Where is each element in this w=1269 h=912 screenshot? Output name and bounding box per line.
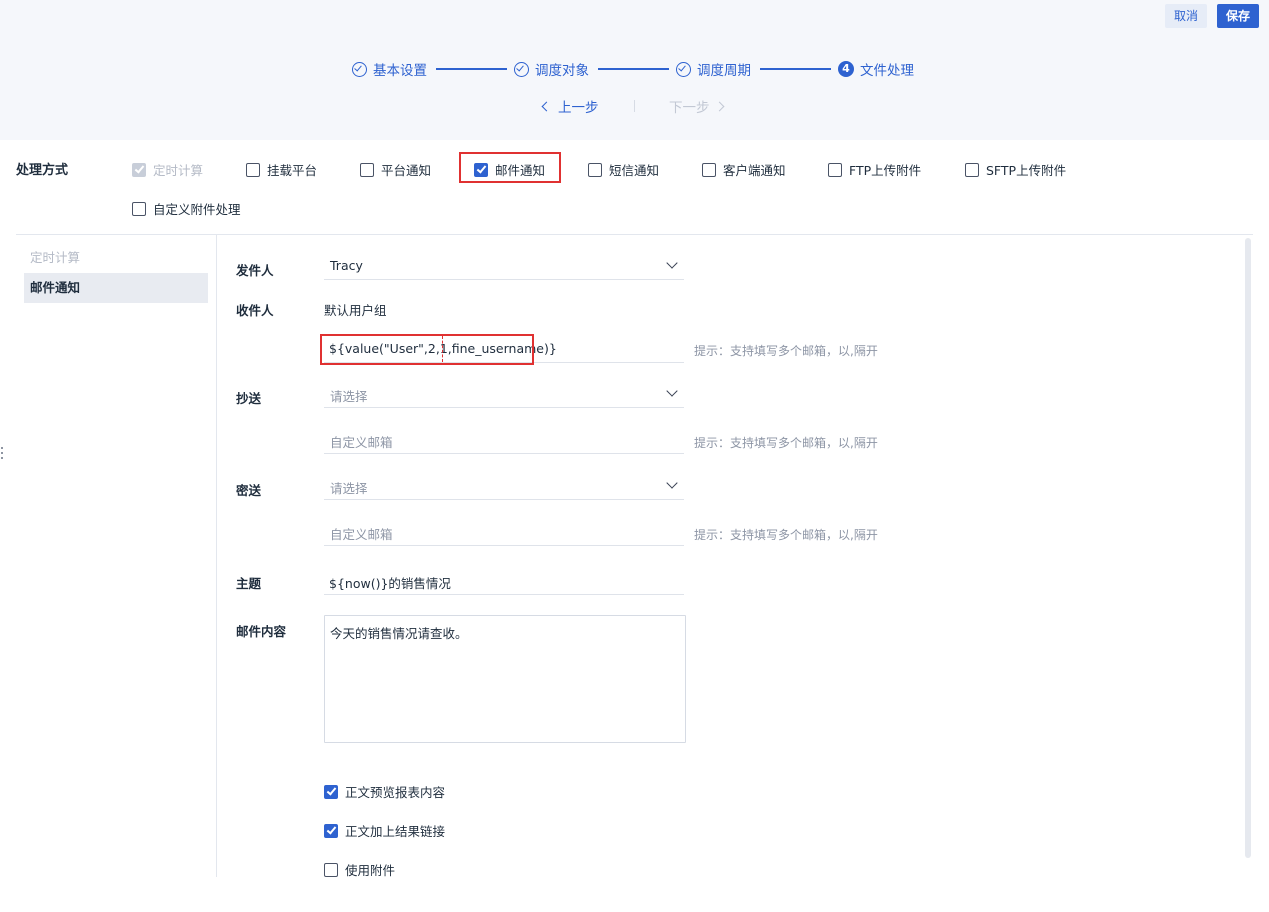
step-schedule-period[interactable]: 调度周期: [676, 58, 751, 80]
resize-handle-icon[interactable]: [1, 447, 4, 461]
section-divider: [16, 234, 1253, 235]
chevron-down-icon: [666, 385, 678, 397]
method-option-label: 客户端通知: [723, 163, 786, 178]
cc-select-placeholder: 请选择: [330, 389, 368, 404]
method-option-scheduled-calc: 定时计算: [132, 160, 203, 179]
checkbox-checked-icon: [324, 823, 338, 838]
checkbox-icon: [324, 862, 338, 877]
recipient-group: 默认用户组: [324, 303, 387, 318]
content-value: 今天的销售情况请查收。: [330, 626, 468, 641]
cc-custom-email-input[interactable]: 自定义邮箱: [324, 426, 684, 454]
cc-label: 抄送: [236, 391, 262, 406]
method-option-label: 挂载平台: [267, 163, 318, 178]
bcc-hint: 提示：支持填写多个邮箱，以,隔开: [694, 528, 878, 542]
nav-item-email-notice[interactable]: 邮件通知: [24, 273, 208, 303]
content-textarea[interactable]: 今天的销售情况请查收。: [324, 615, 686, 743]
next-step-label: 下一步: [669, 100, 710, 116]
method-option-email-notice[interactable]: 邮件通知: [474, 160, 545, 179]
step-connector: [436, 68, 507, 70]
method-option-label: SFTP上传附件: [986, 163, 1067, 178]
cc-custom-placeholder: 自定义邮箱: [330, 435, 393, 450]
checkbox-icon: [588, 162, 602, 177]
prev-step-label: 上一步: [558, 100, 599, 116]
option-label: 使用附件: [345, 863, 396, 878]
checkbox-icon: [828, 162, 842, 177]
option-label: 正文预览报表内容: [345, 785, 446, 800]
method-option-custom-attachment[interactable]: 自定义附件处理: [132, 199, 241, 218]
cc-select[interactable]: 请选择: [324, 380, 684, 408]
method-option-label: 定时计算: [153, 163, 204, 178]
method-option-sms-notice[interactable]: 短信通知: [588, 160, 659, 179]
chevron-left-icon: [541, 101, 552, 111]
step-schedule-target[interactable]: 调度对象: [514, 58, 589, 80]
method-option-platform-notice[interactable]: 平台通知: [360, 160, 431, 179]
checkbox-icon: [360, 162, 374, 177]
step-file-processing[interactable]: 4 文件处理: [838, 58, 914, 80]
option-result-link[interactable]: 正文加上结果链接: [324, 821, 445, 840]
step-number-badge: 4: [838, 61, 854, 77]
option-preview-report[interactable]: 正文预览报表内容: [324, 782, 445, 801]
step-label: 文件处理: [860, 63, 914, 79]
subject-label: 主题: [236, 576, 262, 591]
nav-item-scheduled-calc[interactable]: 定时计算: [24, 243, 208, 273]
cancel-button[interactable]: 取消: [1164, 4, 1207, 28]
subject-value: ${now()}的销售情况: [329, 576, 451, 591]
method-option-label: FTP上传附件: [849, 163, 922, 178]
top-actions: 取消 保存: [1164, 4, 1259, 28]
highlight-box: [320, 334, 534, 365]
method-option-label: 邮件通知: [495, 163, 546, 178]
bcc-select-placeholder: 请选择: [330, 481, 368, 496]
cc-hint: 提示：支持填写多个邮箱，以,隔开: [694, 436, 878, 450]
step-connector: [598, 68, 669, 70]
method-option-client-notice[interactable]: 客户端通知: [702, 160, 786, 179]
bcc-custom-email-input[interactable]: 自定义邮箱: [324, 518, 684, 546]
prev-step-button[interactable]: 上一步: [541, 96, 599, 116]
step-connector: [760, 68, 831, 70]
method-option-label: 自定义附件处理: [153, 202, 241, 217]
check-circle-icon: [676, 61, 691, 77]
option-use-attachment[interactable]: 使用附件: [324, 860, 395, 879]
checkbox-icon: [132, 162, 146, 177]
subject-input[interactable]: ${now()}的销售情况: [324, 567, 684, 595]
panel-divider: [216, 235, 217, 877]
option-label: 正文加上结果链接: [345, 824, 446, 839]
method-option-label: 平台通知: [381, 163, 432, 178]
method-option-label: 短信通知: [609, 163, 660, 178]
save-button[interactable]: 保存: [1216, 4, 1259, 28]
sender-select[interactable]: Tracy: [324, 252, 684, 280]
vertical-scrollbar[interactable]: [1245, 238, 1251, 858]
checkbox-checked-icon: [324, 784, 338, 799]
check-circle-icon: [352, 61, 367, 77]
pager-divider: [634, 100, 635, 112]
recipient-label: 收件人: [236, 303, 274, 318]
step-basic-settings[interactable]: 基本设置: [352, 58, 427, 80]
checkbox-icon: [702, 162, 716, 177]
chevron-down-icon: [666, 257, 678, 269]
sender-value: Tracy: [330, 258, 363, 273]
next-step-button[interactable]: 下一步: [669, 96, 724, 116]
content-label: 邮件内容: [236, 624, 287, 639]
wizard-steps: 基本设置 调度对象 调度周期 4 文件处理: [0, 58, 1269, 80]
step-label: 调度对象: [535, 63, 589, 79]
bcc-custom-placeholder: 自定义邮箱: [330, 527, 393, 542]
chevron-down-icon: [666, 477, 678, 489]
text-cursor: [442, 336, 443, 362]
processing-method-label: 处理方式: [16, 163, 69, 178]
sender-label: 发件人: [236, 263, 274, 278]
bcc-select[interactable]: 请选择: [324, 472, 684, 500]
checkbox-icon: [246, 162, 260, 177]
recipient-hint: 提示：支持填写多个邮箱，以,隔开: [694, 344, 878, 358]
checkbox-icon: [965, 162, 979, 177]
checkbox-icon: [132, 201, 146, 216]
step-label: 调度周期: [697, 63, 751, 79]
method-option-ftp-upload[interactable]: FTP上传附件: [828, 160, 921, 179]
check-circle-icon: [514, 61, 529, 77]
chevron-right-icon: [714, 101, 724, 111]
method-option-sftp-upload[interactable]: SFTP上传附件: [965, 160, 1066, 179]
method-option-mount-platform[interactable]: 挂载平台: [246, 160, 317, 179]
step-label: 基本设置: [373, 63, 427, 79]
step-pager: 上一步 下一步: [0, 96, 1269, 116]
bcc-label: 密送: [236, 483, 262, 498]
checkbox-checked-icon: [474, 162, 488, 177]
